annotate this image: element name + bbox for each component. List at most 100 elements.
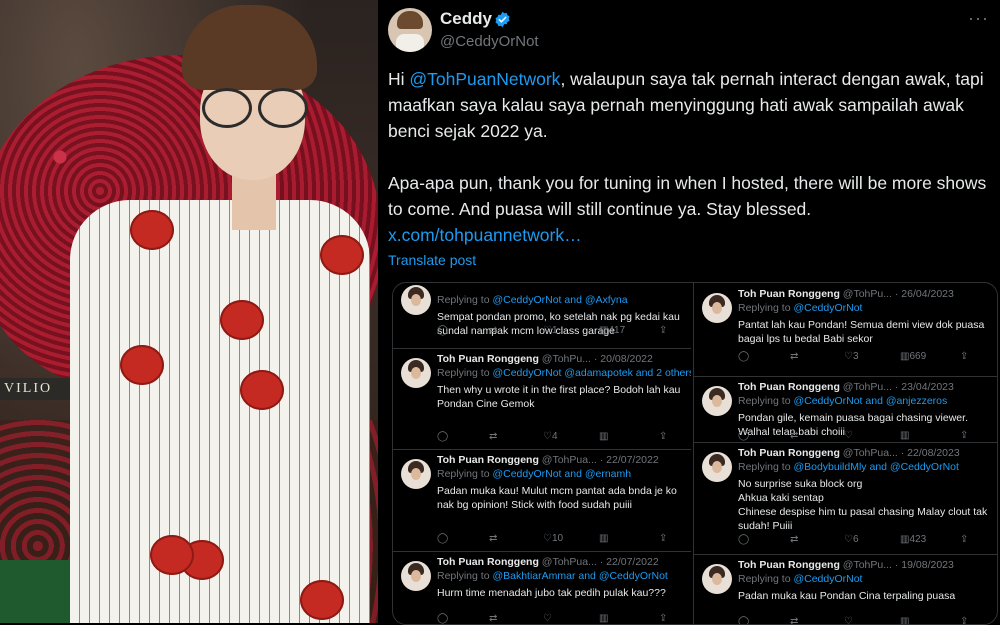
poppy-print — [130, 210, 174, 250]
like-icon[interactable]: ♡ 4 — [543, 431, 558, 442]
like-icon[interactable]: ♡ — [543, 613, 552, 624]
views-icon[interactable]: ▥ — [599, 613, 608, 624]
reply-author-name[interactable]: Toh Puan Ronggeng — [738, 447, 840, 459]
retweet-icon[interactable]: ⇄ — [790, 351, 798, 362]
replying-to: Replying to @CeddyOrNot @adamapotek and … — [437, 367, 691, 379]
reply-icon[interactable]: ◯ — [437, 613, 448, 624]
share-icon[interactable]: ⇪ — [659, 325, 667, 336]
views-icon[interactable]: ▥ — [599, 533, 608, 544]
retweet-icon[interactable]: ⇄ — [489, 613, 497, 624]
reply-text: Pantat lah kau Pondan! Semua demi view d… — [738, 319, 985, 345]
replying-to-handles[interactable]: @CeddyOrNot and @anjezzeros — [793, 395, 947, 407]
retweet-icon[interactable]: ⇄ — [790, 430, 798, 441]
reply-avatar[interactable] — [401, 459, 431, 489]
like-icon[interactable]: ♡ 6 — [844, 534, 859, 545]
share-icon[interactable]: ⇪ — [659, 431, 667, 442]
share-icon[interactable]: ⇪ — [960, 430, 968, 441]
reply-text: Padan muka kau Pondan Cina terpaling pua… — [738, 590, 956, 602]
share-icon[interactable]: ⇪ — [960, 534, 968, 545]
replying-to-handles[interactable]: @BakhtiarAmmar and @CeddyOrNot — [492, 570, 667, 582]
reply-card[interactable]: Toh Puan Ronggeng @TohPu... · 26/04/2023… — [694, 283, 997, 377]
reply-header: Toh Puan Ronggeng @TohPua... · 22/07/202… — [437, 454, 659, 466]
translate-post-link[interactable]: Translate post — [388, 252, 476, 268]
profile-photo: VILIO — [0, 0, 378, 623]
reply-icon[interactable]: ◯ — [437, 533, 448, 544]
stat-count: 3 — [852, 351, 859, 362]
replying-to-handles[interactable]: @CeddyOrNot — [793, 302, 862, 314]
replying-to-handles[interactable]: @CeddyOrNot — [793, 573, 862, 585]
reply-actions: ◯ ⇄ ♡ 10 ▥ ⇪ — [437, 533, 677, 547]
reply-icon[interactable]: ◯ — [437, 431, 448, 442]
external-link[interactable]: x.com/tohpuannetwork… — [388, 225, 582, 245]
tweet-paragraph-1: Hi @TohPuanNetwork, walaupun saya tak pe… — [388, 66, 992, 144]
reply-actions: ◯ ⇄ ♡ 4 ▥ ⇪ — [437, 431, 677, 445]
reply-avatar[interactable] — [702, 293, 732, 323]
reply-icon[interactable]: ◯ — [738, 534, 749, 545]
views-icon[interactable]: ▥ 669 — [900, 351, 926, 362]
reply-card[interactable]: Toh Puan Ronggeng @TohPua... · 22/08/202… — [694, 442, 997, 555]
reply-avatar[interactable] — [702, 452, 732, 482]
reply-avatar[interactable] — [702, 386, 732, 416]
reply-meta: @TohPua... · 22/07/2022 — [538, 556, 659, 568]
mention-link[interactable]: @TohPuanNetwork — [409, 69, 560, 89]
reply-icon[interactable]: ◯ — [738, 351, 749, 362]
retweet-icon[interactable]: ⇄ — [489, 325, 497, 336]
replying-to-label: Replying to — [437, 367, 493, 379]
replying-to: Replying to @BodybuildMly and @CeddyOrNo… — [738, 461, 959, 473]
reply-avatar[interactable] — [401, 561, 431, 591]
like-icon[interactable]: ♡ — [844, 430, 853, 441]
replying-to-handles[interactable]: @CeddyOrNot and @ernamh — [492, 468, 631, 480]
reply-author-name[interactable]: Toh Puan Ronggeng — [437, 353, 539, 365]
retweet-icon[interactable]: ⇄ — [489, 533, 497, 544]
views-icon[interactable]: ▥ 417 — [599, 325, 625, 336]
reply-author-name[interactable]: Toh Puan Ronggeng — [738, 288, 840, 300]
replying-to-handles[interactable]: @CeddyOrNot @adamapotek and 2 others — [492, 367, 691, 379]
reply-author-name[interactable]: Toh Puan Ronggeng — [738, 559, 840, 571]
reply-avatar[interactable] — [702, 564, 732, 594]
author-handle[interactable]: @CeddyOrNot — [440, 33, 539, 50]
replying-to-label: Replying to — [738, 302, 794, 314]
screenshot-collage[interactable]: Replying to @CeddyOrNot and @Axfyna Sempa… — [392, 282, 998, 625]
share-icon[interactable]: ⇪ — [659, 613, 667, 624]
views-icon[interactable]: ▥ — [900, 430, 909, 441]
share-icon[interactable]: ⇪ — [659, 533, 667, 544]
reply-card[interactable]: Toh Puan Ronggeng @TohPua... · 22/07/202… — [393, 449, 691, 552]
reply-card[interactable]: Toh Puan Ronggeng @TohPua... · 22/07/202… — [393, 551, 691, 624]
share-icon[interactable]: ⇪ — [960, 351, 968, 362]
views-icon[interactable]: ▥ — [599, 431, 608, 442]
reply-avatar[interactable] — [401, 285, 431, 315]
retweet-icon[interactable]: ⇄ — [790, 534, 798, 545]
tweet-p1-prefix: Hi — [388, 69, 410, 89]
reply-card[interactable]: Toh Puan Ronggeng @TohPu... · 23/04/2023… — [694, 376, 997, 443]
reply-meta: @TohPu... · 26/04/2023 — [839, 288, 954, 300]
author-name[interactable]: Ceddy — [440, 9, 492, 29]
like-icon[interactable]: ♡ 10 — [543, 533, 563, 544]
reply-author-name[interactable]: Toh Puan Ronggeng — [738, 381, 840, 393]
reply-icon[interactable]: ◯ — [738, 430, 749, 441]
reply-header: Toh Puan Ronggeng @TohPua... · 22/08/202… — [738, 447, 960, 459]
reply-header: Toh Puan Ronggeng @TohPu... · 20/08/2022 — [437, 353, 653, 365]
reply-avatar[interactable] — [401, 358, 431, 388]
replying-to-handles[interactable]: @BodybuildMly and @CeddyOrNot — [793, 461, 958, 473]
stat-count: 417 — [608, 325, 626, 336]
more-options-icon[interactable]: ··· — [968, 8, 989, 29]
reply-card[interactable]: Replying to @CeddyOrNot and @Axfyna Sempa… — [393, 283, 691, 349]
like-icon[interactable]: ♡ 1 — [543, 325, 558, 336]
reply-author-name[interactable]: Toh Puan Ronggeng — [437, 454, 539, 466]
replying-to: Replying to @CeddyOrNot and @anjezzeros — [738, 395, 947, 407]
reply-card[interactable]: Toh Puan Ronggeng @TohPu... · 19/08/2023… — [694, 554, 997, 624]
poppy-print — [120, 345, 164, 385]
reply-text: Then why u wrote it in the first place? … — [437, 384, 681, 410]
retweet-icon[interactable]: ⇄ — [489, 431, 497, 442]
collage-left-column: Replying to @CeddyOrNot and @Axfyna Sempa… — [393, 283, 691, 624]
verified-badge-icon — [495, 11, 510, 28]
reply-author-name[interactable]: Toh Puan Ronggeng — [437, 556, 539, 568]
author-avatar[interactable] — [388, 8, 432, 52]
reply-icon[interactable]: ◯ — [437, 325, 448, 336]
person-figure — [0, 0, 378, 623]
reply-card[interactable]: Toh Puan Ronggeng @TohPu... · 20/08/2022… — [393, 348, 691, 450]
replying-to-handles[interactable]: @CeddyOrNot and @Axfyna — [492, 294, 627, 306]
views-icon[interactable]: ▥ 423 — [900, 534, 926, 545]
like-icon[interactable]: ♡ 3 — [844, 351, 859, 362]
replying-to: Replying to @CeddyOrNot and @Axfyna — [437, 294, 628, 306]
